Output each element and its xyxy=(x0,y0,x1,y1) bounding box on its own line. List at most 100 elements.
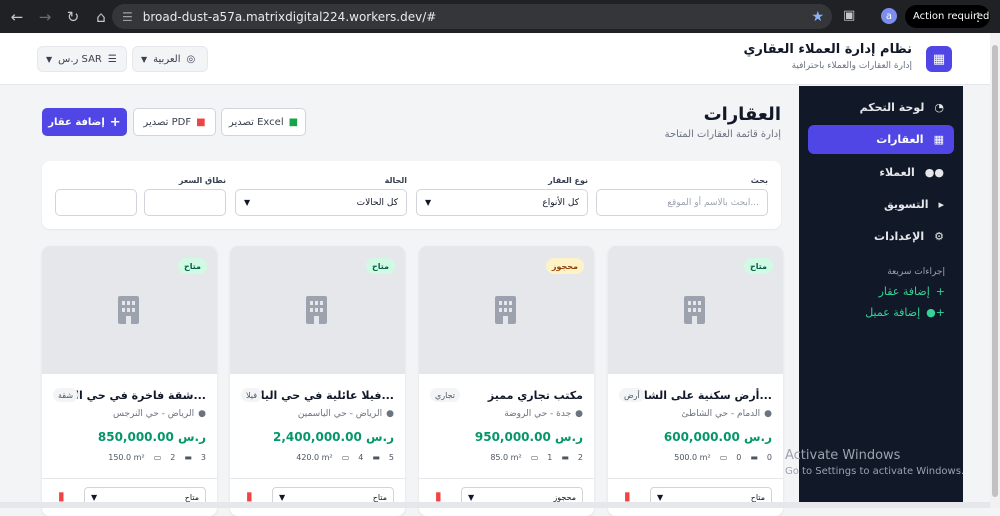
quick-add-property-link[interactable]: إضافة عقار + xyxy=(879,285,945,298)
price-max-input[interactable] xyxy=(144,189,226,216)
property-type-badge: أرض xyxy=(619,388,645,402)
chart-pie-icon: ◔ xyxy=(934,101,944,114)
building-icon xyxy=(306,296,327,324)
property-location: الدمام - حي الشاطئ ● xyxy=(681,409,772,419)
sidebar-item-marketing[interactable]: التسويق ▸ xyxy=(808,190,954,219)
main-content: العقارات إدارة قائمة العقارات المتاحة إض… xyxy=(0,86,799,516)
card-footer: ▼ متاح ▮ xyxy=(608,478,783,516)
sidebar-item-dashboard[interactable]: لوحة التحكم ◔ xyxy=(808,93,954,122)
location-text: الرياض - حي الياسمين xyxy=(297,409,383,419)
baths-value: 2 xyxy=(170,453,176,462)
price-range-label: نطاق السعر xyxy=(178,176,226,185)
property-type-badge: شقة xyxy=(53,388,79,402)
status-select[interactable]: ▼ كل الحالات xyxy=(235,189,407,216)
sidebar-item-label: العملاء xyxy=(879,166,915,179)
gear-icon: ⚙ xyxy=(934,230,944,243)
search-label: بحث xyxy=(750,176,768,185)
search-input[interactable]: ابحث بالاسم أو الموقع... xyxy=(596,189,768,216)
quick-actions-title: إجراءات سريعة xyxy=(887,267,945,277)
filters-panel: بحث ابحث بالاسم أو الموقع... نوع العقار … xyxy=(42,161,781,229)
back-icon[interactable]: ← xyxy=(4,4,30,30)
bath-icon: ▭ xyxy=(341,453,350,462)
property-title: فيلا عائلية في حي اليا... xyxy=(260,389,394,402)
status-select-value: كل الحالات xyxy=(356,197,398,208)
vertical-scrollbar[interactable] xyxy=(990,33,1000,508)
sidebar-item-settings[interactable]: الإعدادات ⚙ xyxy=(808,222,954,251)
file-pdf-icon: ■ xyxy=(196,116,206,128)
language-label: العربية xyxy=(153,53,181,65)
star-icon[interactable]: ★ xyxy=(811,9,824,25)
property-title: مكتب تجاري مميز xyxy=(487,389,583,402)
status-dropdown-value: محجوز xyxy=(553,493,576,502)
beds-value: 3 xyxy=(200,453,206,462)
baths-value: 4 xyxy=(358,453,364,462)
property-price: 950,000.00 ر.س xyxy=(474,430,583,444)
file-excel-icon: ■ xyxy=(288,116,299,128)
price-min-input[interactable] xyxy=(55,189,137,216)
reload-icon[interactable]: ↻ xyxy=(60,4,86,30)
extensions-icon[interactable]: ▣ xyxy=(843,8,855,23)
action-required-button[interactable]: Action required ⋮ xyxy=(905,5,990,28)
location-text: جدة - حي الروضة xyxy=(504,409,572,419)
menu-dots-icon[interactable]: ⋮ xyxy=(972,10,984,24)
globe-icon: ◎ xyxy=(186,53,196,65)
currency-select[interactable]: ▼ ر.س SAR ☰ xyxy=(37,46,127,72)
export-excel-button[interactable]: تصدير Excel ■ xyxy=(221,108,306,136)
sidebar-item-properties[interactable]: العقارات ▦ xyxy=(808,125,954,154)
status-dropdown-value: متاح xyxy=(750,493,765,502)
baths-value: 0 xyxy=(736,453,742,462)
tune-icon[interactable]: ☰ xyxy=(122,10,133,24)
status-dropdown-value: متاح xyxy=(372,493,387,502)
status-badge: محجوز xyxy=(545,258,584,274)
property-card[interactable]: محجوز مكتب تجاري مميز تجاري جدة - حي الر… xyxy=(419,246,594,516)
trash-icon[interactable]: ▮ xyxy=(58,489,65,503)
type-select-value: كل الأنواع xyxy=(542,197,579,208)
card-footer: ▼ متاح ▮ xyxy=(230,478,405,516)
status-dropdown-value: متاح xyxy=(184,493,199,502)
building-icon xyxy=(495,296,516,324)
property-image: محجوز xyxy=(419,246,594,374)
status-label: الحالة xyxy=(384,176,407,185)
quick-add-client-link[interactable]: إضافة عميل ●+ xyxy=(865,306,945,319)
add-property-button[interactable]: إضافة عقار + xyxy=(42,108,127,136)
property-features: 85.0 m² ▭ 1 ▬ 2 xyxy=(490,453,583,462)
quick-link-label: إضافة عقار xyxy=(878,285,930,298)
sidebar-item-clients[interactable]: العملاء ●● xyxy=(808,158,954,187)
language-select[interactable]: ▼ العربية ◎ xyxy=(132,46,208,72)
property-card[interactable]: متاح أرض سكنية على الشا... أرض الدمام - … xyxy=(608,246,783,516)
property-location: جدة - حي الروضة ● xyxy=(504,409,583,419)
profile-avatar[interactable]: a xyxy=(881,8,897,24)
property-card[interactable]: متاح شقة فاخرة في حي الن... شقة الرياض -… xyxy=(42,246,217,516)
trash-icon[interactable]: ▮ xyxy=(246,489,253,503)
chevron-down-icon: ▼ xyxy=(91,493,98,502)
property-image: متاح xyxy=(230,246,405,374)
trash-icon[interactable]: ▮ xyxy=(624,489,631,503)
horizontal-scrollbar[interactable] xyxy=(0,502,990,508)
property-price: 850,000.00 ر.س xyxy=(97,430,206,444)
export-pdf-button[interactable]: تصدير PDF ■ xyxy=(133,108,216,136)
property-card[interactable]: متاح فيلا عائلية في حي اليا... فيلا الري… xyxy=(230,246,405,516)
quick-link-label: إضافة عميل xyxy=(865,306,921,319)
app-subtitle: إدارة العقارات والعملاء باحترافية xyxy=(791,61,912,71)
area-value: 150.0 m² xyxy=(108,453,145,462)
chevron-down-icon: ▼ xyxy=(468,493,475,502)
trash-icon[interactable]: ▮ xyxy=(435,489,442,503)
scrollbar-thumb[interactable] xyxy=(992,45,998,497)
chevron-down-icon: ▼ xyxy=(657,493,664,502)
property-features: 420.0 m² ▭ 4 ▬ 5 xyxy=(296,453,394,462)
type-select[interactable]: ▼ كل الأنواع xyxy=(416,189,588,216)
location-text: الرياض - حي النرجس xyxy=(112,409,195,419)
app-title: نظام إدارة العملاء العقاري xyxy=(743,42,913,57)
beds-value: 5 xyxy=(388,453,394,462)
sidebar: لوحة التحكم ◔ العقارات ▦ العملاء ●● التس… xyxy=(799,86,963,508)
megaphone-icon: ▸ xyxy=(938,198,944,211)
home-icon[interactable]: ⌂ xyxy=(88,4,114,30)
forward-icon[interactable]: → xyxy=(32,4,58,30)
building-icon xyxy=(684,296,705,324)
status-badge: متاح xyxy=(178,258,207,274)
building-icon xyxy=(118,296,139,324)
map-pin-icon: ● xyxy=(764,409,772,419)
property-image: متاح xyxy=(42,246,217,374)
plus-icon: + xyxy=(109,114,121,130)
address-bar[interactable]: ☰ broad-dust-a57a.matrixdigital224.worke… xyxy=(112,4,832,29)
